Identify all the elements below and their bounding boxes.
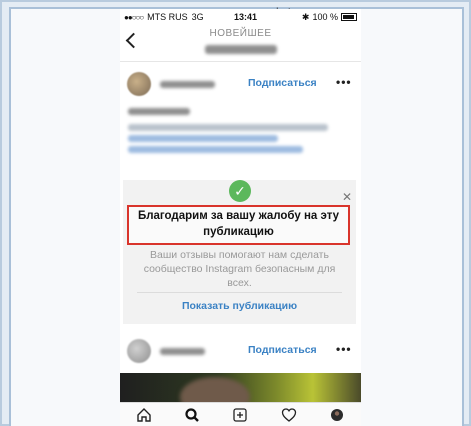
username-blurred[interactable]	[160, 81, 215, 88]
battery-percent: 100 %	[312, 12, 338, 22]
phone-screen: ●●○○○ MTS RUS 3G 13:41 ✱ 100 % НОВЕЙШЕЕ …	[120, 9, 361, 426]
feedback-message: Ваши отзывы помогают нам сделать сообщес…	[143, 249, 336, 290]
post-image[interactable]	[120, 373, 361, 403]
subscribe-button[interactable]: Подписаться	[248, 344, 317, 356]
carrier-name: MTS RUS	[147, 12, 188, 22]
signal-icon: ●●○○○	[124, 12, 144, 22]
bluetooth-icon: ✱	[301, 11, 310, 22]
nav-title: НОВЕЙШЕЕ	[209, 28, 272, 39]
post-caption-blurred	[120, 104, 361, 176]
post-header: Подписаться •••	[120, 62, 361, 104]
hashtags-line-blurred	[128, 146, 303, 153]
avatar[interactable]	[127, 72, 151, 96]
search-icon	[185, 408, 200, 422]
more-options-icon[interactable]: •••	[336, 342, 352, 356]
check-icon: ✓	[229, 180, 251, 202]
home-icon	[137, 408, 151, 422]
status-time: 13:41	[234, 12, 258, 22]
likes-blurred	[128, 108, 190, 115]
avatar[interactable]	[127, 339, 151, 363]
tab-bar	[120, 402, 361, 426]
status-bar: ●●○○○ MTS RUS 3G 13:41 ✱ 100 %	[120, 9, 361, 25]
battery-icon	[341, 13, 357, 21]
thanks-highlight: Благодарим за вашу жалобу на эту публика…	[127, 205, 350, 245]
caption-line-blurred	[128, 124, 328, 131]
close-icon[interactable]: ✕	[342, 190, 352, 204]
subscribe-button[interactable]: Подписаться	[248, 77, 317, 89]
tab-add[interactable]	[228, 405, 252, 425]
thanks-message: Благодарим за вашу жалобу на эту публика…	[137, 210, 340, 238]
post-header: Подписаться •••	[120, 335, 361, 377]
add-icon	[233, 408, 248, 422]
tab-profile[interactable]	[325, 405, 349, 425]
tab-search[interactable]	[180, 405, 204, 425]
show-post-button[interactable]: Показать публикацию	[123, 300, 356, 312]
network-type: 3G	[191, 12, 204, 22]
hashtag-blurred	[205, 45, 277, 54]
report-confirmation: ✓ ✕ Благодарим за вашу жалобу на эту пуб…	[123, 180, 356, 324]
heart-icon	[281, 408, 296, 422]
more-options-icon[interactable]: •••	[336, 75, 352, 89]
username-blurred[interactable]	[160, 348, 205, 355]
nav-bar: НОВЕЙШЕЕ	[120, 25, 361, 62]
tab-activity[interactable]	[277, 405, 301, 425]
divider	[137, 292, 342, 293]
profile-icon	[330, 409, 343, 421]
tab-home[interactable]	[132, 405, 156, 425]
hashtags-line-blurred	[128, 135, 278, 142]
